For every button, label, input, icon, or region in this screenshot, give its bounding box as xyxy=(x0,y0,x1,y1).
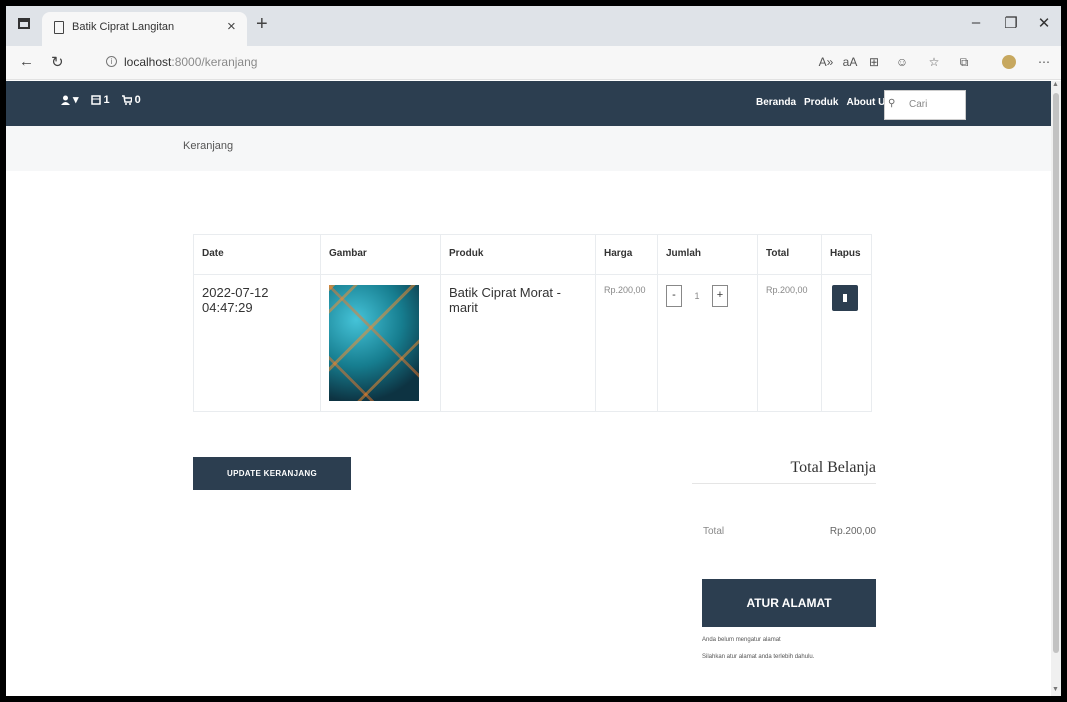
address-bar: ← ↻ i localhost:8000/keranjang A» aA ⊞ ☺… xyxy=(6,46,1061,80)
delete-button[interactable] xyxy=(832,285,858,311)
totals-label: Total xyxy=(703,526,725,537)
collections-icon[interactable]: ⧉ xyxy=(956,55,972,70)
cart-link[interactable]: 0 xyxy=(121,93,141,106)
text-size-icon[interactable]: aA xyxy=(842,55,858,69)
url-field[interactable]: localhost:8000/keranjang xyxy=(124,55,257,69)
cell-image xyxy=(320,274,441,412)
tab-bar: Batik Ciprat Langitan × + – ❐ ✕ xyxy=(6,6,1061,46)
window-menu-icon[interactable] xyxy=(18,18,30,29)
update-cart-button[interactable]: UPDATE KERANJANG xyxy=(193,457,351,490)
site-info-icon[interactable]: i xyxy=(106,56,117,67)
cell-date: 2022-07-12 04:47:29 xyxy=(193,274,321,412)
scroll-up-icon[interactable]: ▲ xyxy=(1052,81,1059,88)
cart-icon xyxy=(121,94,132,105)
read-aloud-icon[interactable]: A» xyxy=(818,55,834,69)
search-input[interactable]: ⚲ Cari xyxy=(884,90,966,120)
user-icon xyxy=(61,95,70,105)
trash-icon xyxy=(843,294,847,302)
header-produk: Produk xyxy=(440,234,596,275)
header-jumlah: Jumlah xyxy=(657,234,758,275)
scroll-thumb[interactable] xyxy=(1053,93,1059,653)
tab-close-icon[interactable]: × xyxy=(227,18,236,35)
quantity-input[interactable]: 1 xyxy=(682,291,712,301)
header-date: Date xyxy=(193,234,321,275)
decrease-button[interactable]: - xyxy=(666,285,682,307)
cell-product: Batik Ciprat Morat - marit xyxy=(440,274,596,412)
breadcrumb-current: Keranjang xyxy=(183,140,234,152)
favorite-icon[interactable]: ☆ xyxy=(926,55,942,69)
address-note: Anda belum mengatur alamat xyxy=(702,637,781,643)
totals-title: Total Belanja xyxy=(692,459,876,484)
menu-produk[interactable]: Produk xyxy=(804,97,838,108)
back-icon[interactable]: ← xyxy=(19,53,34,70)
increase-button[interactable]: + xyxy=(712,285,728,307)
wishlist-icon xyxy=(90,94,101,105)
search-icon: ⚲ xyxy=(888,98,896,109)
cell-total: Rp.200,00 xyxy=(757,274,822,412)
cell-quantity: - 1 + xyxy=(657,274,758,412)
wishlist-link[interactable]: 1 xyxy=(90,93,110,106)
refresh-icon[interactable]: ↻ xyxy=(51,53,64,71)
more-icon[interactable]: ⋯ xyxy=(1036,55,1052,69)
page-icon xyxy=(54,21,64,34)
menu-beranda[interactable]: Beranda xyxy=(756,97,796,108)
header-harga: Harga xyxy=(595,234,658,275)
table-header-row: Date Gambar Produk Harga Jumlah Total Ha… xyxy=(193,234,872,275)
header-hapus: Hapus xyxy=(821,234,872,275)
tab-title: Batik Ciprat Langitan xyxy=(72,21,175,33)
search-placeholder: Cari xyxy=(909,99,928,110)
address-instruction: Silahkan atur alamat anda terlebih dahul… xyxy=(702,654,815,660)
browser-window: Batik Ciprat Langitan × + – ❐ ✕ ← ↻ i lo… xyxy=(6,6,1061,696)
page-scrollbar[interactable]: ▲ ▼ xyxy=(1051,81,1061,696)
set-address-button[interactable]: ATUR ALAMAT xyxy=(702,579,876,627)
new-tab-icon[interactable]: + xyxy=(256,14,268,34)
header-gambar: Gambar xyxy=(320,234,441,275)
wishlist-count: 1 xyxy=(103,93,110,106)
restore-icon[interactable]: ❐ xyxy=(996,14,1026,32)
quantity-stepper: - 1 + xyxy=(666,285,749,307)
profile-avatar[interactable] xyxy=(1002,55,1016,69)
cart-count: 0 xyxy=(134,93,141,106)
close-window-icon[interactable]: ✕ xyxy=(1029,14,1059,32)
browser-tab[interactable]: Batik Ciprat Langitan × xyxy=(42,12,247,46)
table-row: 2022-07-12 04:47:29 Batik Ciprat Morat -… xyxy=(193,274,872,412)
cell-delete xyxy=(821,274,872,412)
page-viewport: ▾ 1 0 Beranda Produk About Us ⚲ Cari Ker… xyxy=(6,81,1051,696)
apps-icon[interactable]: ⊞ xyxy=(866,55,882,69)
navbar-user-area: ▾ 1 0 xyxy=(61,93,141,106)
cell-price: Rp.200,00 xyxy=(595,274,658,412)
totals-value: Rp.200,00 xyxy=(829,526,876,537)
breadcrumb: Keranjang xyxy=(6,126,1051,171)
minimize-icon[interactable]: – xyxy=(961,14,991,31)
user-caret: ▾ xyxy=(73,94,79,106)
main-menu: Beranda Produk About Us xyxy=(756,97,891,108)
site-navbar: ▾ 1 0 Beranda Produk About Us ⚲ Cari xyxy=(6,81,1051,126)
scroll-down-icon[interactable]: ▼ xyxy=(1052,686,1059,693)
extension-icon[interactable]: ☺ xyxy=(894,55,910,69)
user-menu[interactable]: ▾ xyxy=(61,93,79,106)
cart-table: Date Gambar Produk Harga Jumlah Total Ha… xyxy=(193,234,872,412)
product-image[interactable] xyxy=(329,285,419,401)
header-total: Total xyxy=(757,234,822,275)
